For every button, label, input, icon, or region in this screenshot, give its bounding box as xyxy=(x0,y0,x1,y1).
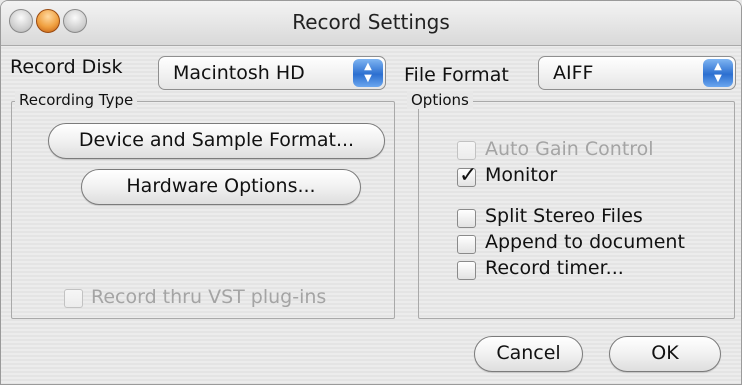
split-stereo-files-label: Split Stereo Files xyxy=(485,205,643,227)
file-format-popup[interactable]: AIFF ▲ ▼ xyxy=(538,56,736,90)
record-disk-popup[interactable]: Macintosh HD ▲ ▼ xyxy=(158,56,386,90)
hardware-options-button[interactable]: Hardware Options... xyxy=(81,169,361,205)
file-format-label: File Format xyxy=(404,64,509,86)
auto-gain-control-label: Auto Gain Control xyxy=(485,138,654,160)
auto-gain-control-checkbox[interactable] xyxy=(457,141,476,160)
options-title: Options xyxy=(407,91,473,109)
cancel-button[interactable]: Cancel xyxy=(474,336,583,372)
record-disk-label: Record Disk xyxy=(10,56,123,78)
checkmark-icon: ✓ xyxy=(459,163,478,188)
append-to-document-checkbox[interactable] xyxy=(457,235,476,254)
file-format-value: AIFF xyxy=(553,62,594,84)
monitor-checkbox[interactable]: ✓ xyxy=(457,163,477,188)
popup-arrows-icon: ▲ ▼ xyxy=(703,59,733,87)
title-bar[interactable]: Record Settings xyxy=(1,1,741,46)
popup-arrows-icon: ▲ ▼ xyxy=(353,59,383,87)
ok-button[interactable]: OK xyxy=(609,336,721,372)
window-title: Record Settings xyxy=(292,10,450,34)
record-disk-value: Macintosh HD xyxy=(173,62,305,84)
record-thru-vst-checkbox[interactable] xyxy=(64,289,83,308)
record-timer-checkbox[interactable] xyxy=(457,261,476,280)
record-thru-vst-label: Record thru VST plug-ins xyxy=(91,286,327,308)
split-stereo-files-checkbox[interactable] xyxy=(457,209,476,228)
monitor-label: Monitor xyxy=(485,164,558,186)
record-settings-window: Record Settings Record Disk Macintosh HD… xyxy=(0,0,742,385)
recording-type-title: Recording Type xyxy=(15,91,138,109)
record-timer-label: Record timer... xyxy=(485,257,624,279)
append-to-document-label: Append to document xyxy=(485,231,685,253)
device-sample-format-button[interactable]: Device and Sample Format... xyxy=(48,123,385,159)
